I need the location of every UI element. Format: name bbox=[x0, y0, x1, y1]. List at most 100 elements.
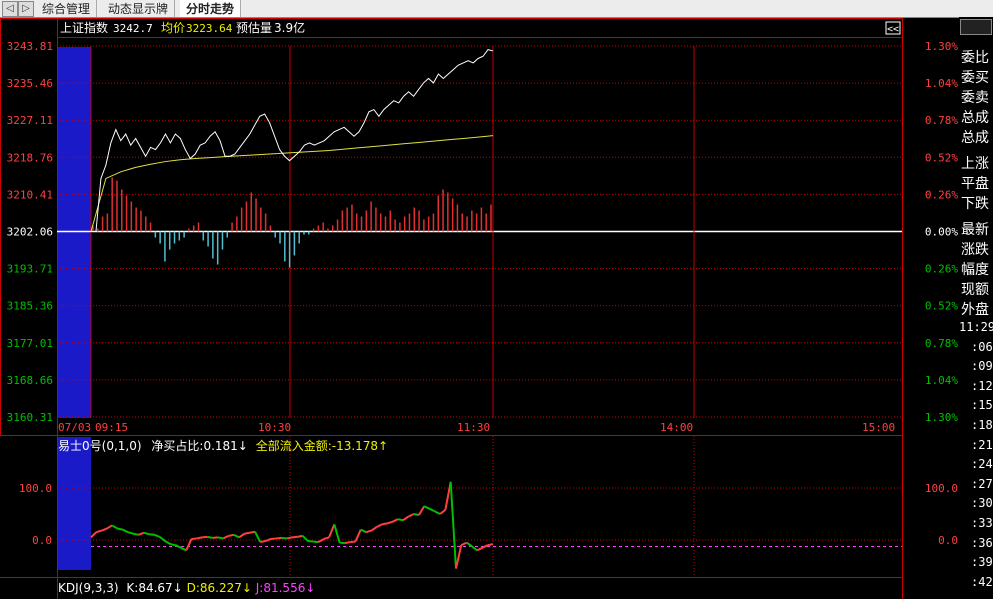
indicator-y-100-left: 100.0 bbox=[19, 482, 52, 495]
indicator-segment bbox=[138, 531, 145, 536]
indicator-segment bbox=[101, 527, 108, 532]
indicator-segment bbox=[201, 535, 208, 539]
header-index-label: 上证指数 bbox=[60, 20, 108, 35]
side-time: :06 bbox=[971, 339, 993, 354]
indicator-segment bbox=[133, 532, 139, 536]
indicator-segment bbox=[317, 538, 325, 543]
indicator-segment bbox=[297, 534, 303, 538]
indicator-segment bbox=[487, 543, 494, 547]
header-est-value: 3.9亿 bbox=[274, 20, 305, 35]
indicator-segment bbox=[228, 533, 235, 537]
indicator-segment bbox=[217, 536, 224, 540]
auction-zone bbox=[57, 47, 91, 418]
side-time: :33 bbox=[971, 516, 993, 530]
indicator-y-100-right: 100.0 bbox=[925, 482, 958, 495]
side-label: 委卖 bbox=[961, 90, 989, 106]
tab-label: 动态显示牌 bbox=[108, 2, 169, 16]
y-axis-left-label: 3210.41 bbox=[7, 188, 53, 201]
indicator-segment bbox=[439, 509, 447, 515]
y-axis-right-label: 0.52% bbox=[925, 300, 958, 313]
volume-bars bbox=[92, 177, 492, 268]
indicator-segment bbox=[185, 538, 193, 551]
x-axis-label: 10:30 bbox=[258, 421, 291, 434]
indicator-segment bbox=[434, 510, 441, 515]
collapse-button[interactable]: << bbox=[885, 21, 901, 35]
indicator-segment bbox=[381, 522, 388, 526]
indicator-line bbox=[90, 481, 494, 569]
y-axis-left-label: 3202.06 bbox=[7, 226, 53, 239]
side-panel-header[interactable] bbox=[960, 19, 992, 35]
next-tab-arrow-icon[interactable]: ▷ bbox=[18, 1, 34, 17]
indicator-segment bbox=[429, 507, 436, 513]
side-label: 最新 bbox=[961, 222, 989, 238]
y-axis-left-labels: 3243.81 3235.46 3227.11 3218.76 3210.41 3202.… bbox=[7, 40, 53, 424]
indicator-segment bbox=[143, 531, 150, 536]
side-label: 幅度 bbox=[961, 262, 989, 278]
y-axis-left-label: 3160.31 bbox=[7, 411, 53, 424]
indicator-segment bbox=[307, 540, 314, 543]
y-axis-right-labels: 1.30% 1.04% 0.78% 0.52% 0.26% 0.00% 0.26% 0.52%… bbox=[925, 40, 958, 424]
side-label: 委买 bbox=[961, 70, 989, 86]
indicator-segment bbox=[254, 531, 262, 543]
tab-动态显示牌[interactable]: 动态显示牌 bbox=[102, 0, 176, 17]
header-index-value: 3242.7 bbox=[113, 22, 153, 35]
intraday-chart[interactable]: 3243.81 3235.46 3227.11 3218.76 3210.41 3202.… bbox=[0, 17, 959, 599]
indicator-segment bbox=[164, 540, 171, 546]
indicator-segment bbox=[170, 543, 176, 547]
indicator-segment bbox=[122, 528, 129, 534]
side-label: 外盘 bbox=[961, 302, 989, 318]
indicator-segment bbox=[111, 524, 118, 530]
side-label: 下跌 bbox=[961, 196, 989, 212]
y-axis-left-label: 3218.76 bbox=[7, 151, 53, 164]
indicator-segment bbox=[291, 535, 298, 539]
side-panel: 委比 委买 委卖 总成 总成 上涨 平盘 下跌 最新 涨跌 幅度 现额 外盘 11:29:06:09:1… bbox=[959, 17, 993, 599]
indicator-segment bbox=[402, 515, 409, 522]
indicator-segment bbox=[238, 532, 245, 539]
indicator-segment bbox=[354, 529, 362, 542]
prev-tab-arrow-icon[interactable]: ◁ bbox=[2, 1, 18, 17]
indicator-segment bbox=[191, 537, 197, 540]
indicator-segment bbox=[460, 541, 467, 547]
y-axis-right-label: 1.30% bbox=[925, 411, 958, 424]
indicator-segment bbox=[449, 481, 457, 569]
indicator-segment bbox=[360, 528, 367, 534]
x-axis-labels: 07/03 09:15 10:30 11:30 14:00 15:00 bbox=[58, 421, 895, 434]
y-axis-right-label: 0.00% bbox=[925, 226, 958, 239]
indicator-segment bbox=[423, 505, 430, 510]
indicator-segment bbox=[454, 544, 463, 569]
indicator-title: 易士0号(0,1,0) 净买占比:0.181↓ 全部流入金额:-13.178↑ bbox=[58, 438, 388, 453]
side-time: :21 bbox=[971, 437, 993, 452]
y-axis-left-label: 3185.36 bbox=[7, 300, 53, 313]
side-label: 总成 bbox=[961, 110, 989, 126]
indicator-segment bbox=[376, 523, 383, 528]
tab-label: 综合管理 bbox=[42, 2, 91, 16]
indicator-segment bbox=[265, 538, 272, 542]
side-label: 总成 bbox=[961, 130, 989, 146]
side-label: 委比 bbox=[961, 50, 989, 66]
indicator-segment bbox=[149, 533, 155, 536]
indicator-segment bbox=[96, 529, 102, 534]
indicator-segment bbox=[350, 540, 356, 544]
side-time: :15 bbox=[971, 398, 993, 413]
indicator-segment bbox=[328, 524, 336, 538]
side-time: :39 bbox=[971, 555, 993, 570]
tab-综合管理[interactable]: 综合管理 bbox=[36, 0, 98, 17]
indicator-segment bbox=[270, 537, 277, 540]
side-time: :30 bbox=[971, 496, 993, 511]
y-axis-left-label: 3168.66 bbox=[7, 374, 53, 387]
indicator-segment bbox=[481, 544, 489, 549]
side-time: :24 bbox=[971, 457, 993, 472]
indicator-segment bbox=[444, 481, 452, 511]
collapse-icon: << bbox=[887, 24, 899, 35]
auction-zone-indicator bbox=[57, 437, 91, 570]
side-label: 上涨 bbox=[961, 156, 989, 172]
y-axis-left-label: 3235.46 bbox=[7, 77, 53, 90]
indicator-segment bbox=[365, 529, 372, 534]
header-avg-label: 均价 bbox=[161, 21, 185, 35]
indicator-segment bbox=[207, 535, 213, 539]
indicator-segment bbox=[397, 518, 404, 522]
indicator-segment bbox=[222, 534, 229, 540]
indicator-segment bbox=[418, 505, 426, 516]
x-axis-label: 11:30 bbox=[457, 421, 490, 434]
tab-分时走势[interactable]: 分时走势 bbox=[180, 0, 242, 17]
